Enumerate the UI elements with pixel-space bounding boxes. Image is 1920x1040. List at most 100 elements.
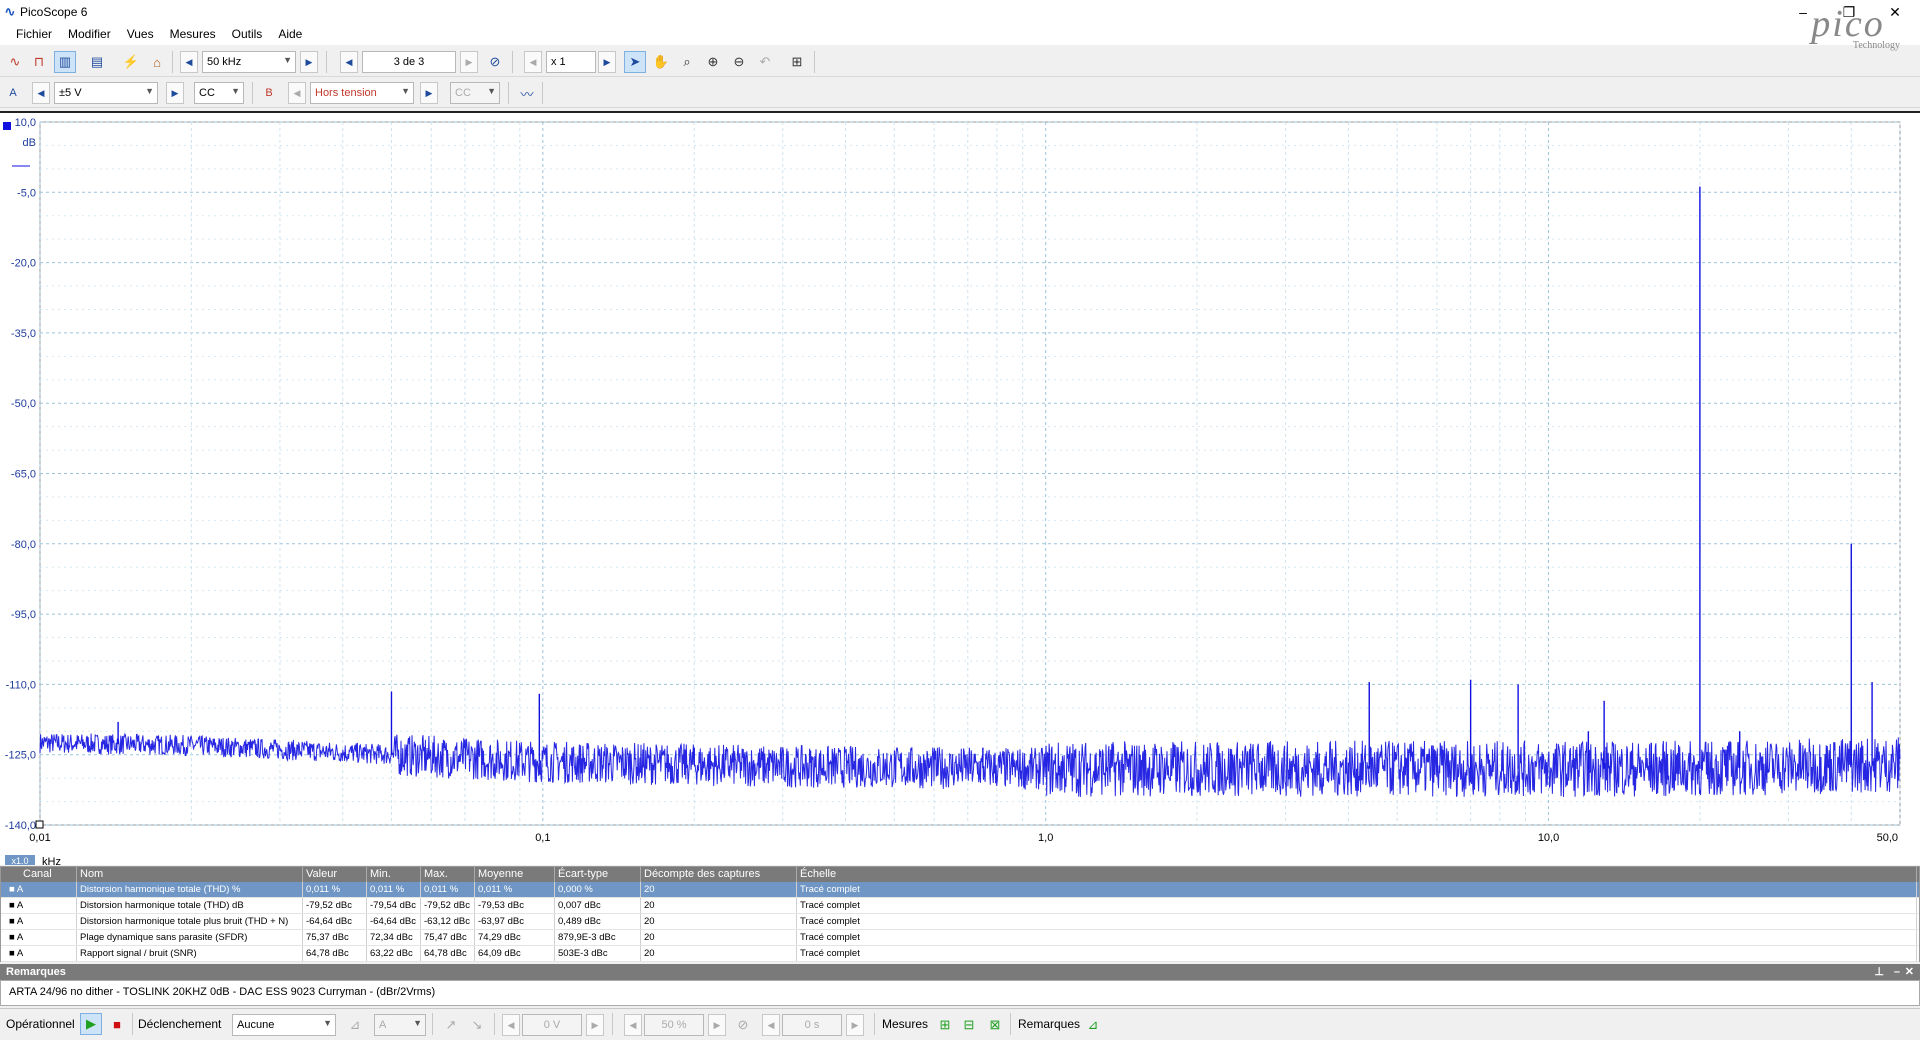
spectrum-mode-icon[interactable]: ▥ [54,51,76,73]
table-cell: 879,9E-3 dBc [555,930,641,945]
trigger-channel-value: A [379,1019,387,1031]
hand-tool-icon[interactable]: ✋ [650,51,672,73]
rising-edge-icon[interactable]: ↗ [440,1014,462,1036]
channel-b-range-prev[interactable]: ◀ [288,82,306,104]
channel-b-range-next[interactable]: ▶ [420,82,438,104]
delay-next[interactable]: ▶ [846,1014,864,1036]
timebase-next-arrow[interactable]: ▶ [300,51,318,73]
advanced-trigger-icon[interactable]: ⊿ [344,1014,366,1036]
trigger-label: Déclenchement [138,1017,222,1031]
table-row[interactable]: ■ A Rapport signal / bruit (SNR) 64,78 dBc… [1,946,1919,962]
column-header[interactable]: Écart-type [555,867,641,882]
table-row[interactable]: ■ A Distorsion harmonique totale plus bru… [1,914,1919,930]
trigger-mode-select[interactable]: Aucune ▼ [232,1014,336,1036]
delay-field[interactable]: 0 s [782,1014,842,1036]
table-cell: Rapport signal / bruit (SNR) [77,946,303,961]
column-header[interactable]: Décompte des captures [641,867,797,882]
pin-icon[interactable]: ⊥ [1874,964,1884,980]
zoom-in-icon[interactable]: ⊕ [702,51,724,73]
capture-prev-arrow[interactable]: ◀ [340,51,358,73]
trigger-level-prev[interactable]: ◀ [502,1014,520,1036]
x-unit-label: kHz [42,856,61,865]
buffer-navigator-icon[interactable]: ⊘ [484,51,506,73]
zoom-prev-arrow[interactable]: ◀ [524,51,542,73]
trigger-level-field[interactable]: 0 V [522,1014,582,1036]
channel-toolbar: A ◀ ±5 V ▼ ▶ CC ▼ B ◀ Hors tension ▼ ▶ CC ▼ … [0,78,1920,108]
play-icon[interactable]: ▶ [80,1013,102,1035]
table-cell: -79,52 dBc [421,898,475,913]
pretrigger-field[interactable]: 50 % [644,1014,704,1036]
zoom-next-arrow[interactable]: ▶ [598,51,616,73]
pointer-tool-icon[interactable]: ➤ [624,51,646,73]
falling-edge-icon[interactable]: ↘ [466,1014,488,1036]
spectrum-view[interactable]: 10,0 -5,0 -20,0 -35,0 -50,0 -65,0 -80,0 -95,0 -1… [0,111,1920,868]
channel-b-coupling-select[interactable]: CC ▼ [450,82,500,104]
table-cell: -64,64 dBc [367,914,421,929]
persistence-mode-icon[interactable]: ⊓ [28,51,50,73]
close-panel-icon[interactable]: ✕ [1905,964,1914,980]
math-channel-icon[interactable]: 〰 [516,82,538,104]
pretrigger-next[interactable]: ▶ [708,1014,726,1036]
column-header[interactable]: Moyenne [475,867,555,882]
menu-vues[interactable]: Vues [119,24,162,45]
delay-icon: ⊘ [737,1017,749,1032]
channel-a-range-select[interactable]: ±5 V ▼ [54,82,158,104]
delay-prev[interactable]: ◀ [762,1014,780,1036]
zoom-overview-icon[interactable]: ⊞ [786,51,808,73]
home-icon[interactable]: ⌂ [146,51,168,73]
probe-icon[interactable]: ⚡ [120,51,142,73]
zoom-area-icon[interactable]: ⌕ [676,51,698,73]
zoom-out-icon[interactable]: ⊖ [728,51,750,73]
column-header[interactable]: Canal [1,867,77,882]
channel-a-range-next[interactable]: ▶ [166,82,184,104]
menu-outils[interactable]: Outils [224,24,271,45]
y-tick-label: -20,0 [11,258,36,270]
scope-mode-icon[interactable]: ∿ [4,51,26,73]
table-row[interactable]: ■ A Distorsion harmonique totale (THD) dB… [1,898,1919,914]
menu-modifier[interactable]: Modifier [60,24,119,45]
minimize-panel-icon[interactable]: – [1894,964,1900,980]
column-header[interactable]: Nom [77,867,303,882]
timebase-select[interactable]: 50 kHz ▼ [202,51,296,73]
channel-a-coupling-select[interactable]: CC ▼ [194,82,244,104]
table-cell: Distorsion harmonique totale plus bruit … [77,914,303,929]
delete-measurement-icon[interactable]: ⊠ [984,1014,1006,1036]
column-header[interactable]: Max. [421,867,475,882]
chevron-down-icon: ▼ [401,86,410,96]
chevron-down-icon: ▼ [145,86,154,96]
capture-next-arrow[interactable]: ▶ [460,51,478,73]
table-cell: 20 [641,898,797,913]
column-header[interactable]: Valeur [303,867,367,882]
channel-b-range-select[interactable]: Hors tension ▼ [310,82,414,104]
pretrigger-prev[interactable]: ◀ [624,1014,642,1036]
trigger-channel-select[interactable]: A ▼ [374,1014,426,1036]
add-measurement-icon[interactable]: ⊞ [934,1014,956,1036]
zoom-factor[interactable]: x 1 [546,51,596,73]
remarks-toggle-icon[interactable]: ⊿ [1082,1014,1104,1036]
stop-icon[interactable]: ■ [106,1013,128,1035]
trigger-level-next[interactable]: ▶ [586,1014,604,1036]
measurements-body: ■ A Distorsion harmonique totale (THD) % 0… [1,882,1919,962]
y-tick-label: -95,0 [11,609,36,621]
column-header[interactable]: Min. [367,867,421,882]
channel-a-coupling-value: CC [199,87,215,99]
channel-a-button[interactable]: A [2,82,24,104]
table-cell: ■ A [1,946,77,961]
edit-measurement-icon[interactable]: ⊟ [958,1014,980,1036]
add-view-icon[interactable]: ▤ [86,51,108,73]
undo-zoom-icon[interactable]: ↶ [754,51,776,73]
channel-a-range-prev[interactable]: ◀ [32,82,50,104]
y-tick-label: -125,0 [5,750,36,762]
table-row[interactable]: ■ A Plage dynamique sans parasite (SFDR) 7… [1,930,1919,946]
remarks-text-area[interactable]: ARTA 24/96 no dither - TOSLINK 20KHZ 0dB… [0,980,1920,1006]
table-cell: -79,54 dBc [367,898,421,913]
table-cell: ■ A [1,882,77,897]
table-row[interactable]: ■ A Distorsion harmonique totale (THD) % 0… [1,882,1919,898]
menu-mesures[interactable]: Mesures [162,24,224,45]
channel-b-button[interactable]: B [258,82,280,104]
table-cell: Tracé complet [797,914,1917,929]
column-header[interactable]: Échelle [797,867,1917,882]
timebase-prev-arrow[interactable]: ◀ [180,51,198,73]
menu-fichier[interactable]: Fichier [8,24,60,45]
menu-aide[interactable]: Aide [270,24,310,45]
